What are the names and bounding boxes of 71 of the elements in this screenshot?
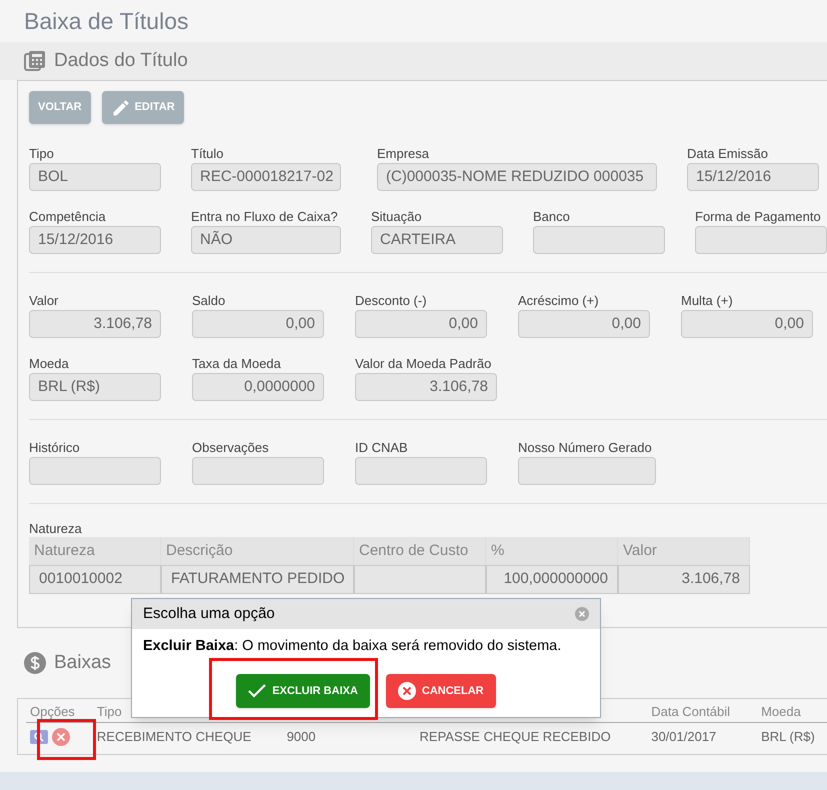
input-field[interactable] <box>533 226 665 254</box>
field-label: Data Emissão <box>687 146 769 162</box>
dialog-title: Escolha uma opção <box>143 604 275 624</box>
cancel-button[interactable]: CANCELAR <box>386 674 496 708</box>
close-icon <box>398 682 416 700</box>
input-field[interactable]: 0,0000000 <box>192 373 324 401</box>
section-title: Baixas <box>54 650 112 675</box>
input-field[interactable]: BOL <box>29 163 161 191</box>
dialog-message: Excluir Baixa: O movimento da baixa será removido do sistema. <box>143 638 562 654</box>
confirm-button[interactable]: EXCLUIR BAIXA <box>236 674 370 708</box>
field-label: Valor <box>29 293 60 309</box>
input-field[interactable]: 0,00 <box>518 310 650 338</box>
delete-icon[interactable] <box>52 728 70 746</box>
input-field[interactable]: 3.106,78 <box>355 373 497 401</box>
table-cell-text: 30/01/2017 <box>650 728 718 746</box>
field-label: Banco <box>533 209 571 225</box>
field-label: Nosso Número Gerado <box>518 440 653 456</box>
page-title: Baixa de Títulos <box>24 6 189 36</box>
field-label: Forma de Pagamento <box>695 209 822 225</box>
field-label: Empresa <box>377 146 430 162</box>
column-header: Tipo <box>96 702 123 721</box>
pencil-icon <box>110 98 131 118</box>
close-icon[interactable] <box>575 607 589 621</box>
field-label: Histórico <box>29 440 81 456</box>
field-label: Competência <box>29 209 107 225</box>
table-cell-text: 9000 <box>286 728 317 746</box>
input-field[interactable]: 0,00 <box>355 310 487 338</box>
field-label: Tipo <box>29 146 55 162</box>
field-label: Entra no Fluxo de Caixa? <box>191 209 339 225</box>
input-field[interactable]: BRL (R$) <box>29 373 161 401</box>
input-field[interactable] <box>192 457 324 485</box>
field-label: Moeda <box>29 356 70 372</box>
dollar-icon <box>24 652 46 674</box>
input-field[interactable] <box>355 457 487 485</box>
field-label: Situação <box>371 209 423 225</box>
field-label: ID CNAB <box>355 440 409 456</box>
table-cell: 0010010002 <box>29 565 161 594</box>
field-label: Valor da Moeda Padrão <box>355 356 492 372</box>
field-label: Taxa da Moeda <box>192 356 282 372</box>
column-header: Moeda <box>760 702 802 721</box>
input-field[interactable] <box>518 457 656 485</box>
table-cell: 100,000000000 <box>486 565 618 594</box>
column-header: Opções <box>29 702 76 721</box>
table-cell: 3.106,78 <box>618 565 750 594</box>
column-header: Data Contábil <box>650 702 731 721</box>
input-field[interactable] <box>695 226 827 254</box>
section-title: Dados do Título <box>54 48 188 73</box>
input-field[interactable]: 15/12/2016 <box>29 226 161 254</box>
field-label: Multa (+) <box>681 293 734 309</box>
input-field[interactable]: 15/12/2016 <box>687 163 819 191</box>
input-field[interactable]: REC-000018217-02 <box>191 163 341 191</box>
input-field[interactable]: CARTEIRA <box>371 226 503 254</box>
calculator-icon <box>24 50 46 72</box>
highlight-frame <box>37 719 96 760</box>
table-title: Natureza <box>29 521 83 537</box>
field-label: Desconto (-) <box>355 293 428 309</box>
input-field[interactable] <box>29 457 161 485</box>
table-cell-text: BRL (R$) <box>760 728 816 746</box>
field-label: Título <box>191 146 225 162</box>
input-field[interactable]: 0,00 <box>681 310 813 338</box>
field-label: Saldo <box>192 293 226 309</box>
table-cell-text: RECEBIMENTO CHEQUE <box>96 728 252 746</box>
field-label: Acréscimo (+) <box>518 293 600 309</box>
input-field[interactable]: NÃO <box>191 226 341 254</box>
check-icon <box>248 684 266 698</box>
field-label: Observações <box>192 440 270 456</box>
table-cell: FATURAMENTO PEDIDO <box>161 565 354 594</box>
input-field[interactable]: 3.106,78 <box>29 310 161 338</box>
table-cell-text: REPASSE CHEQUE RECEBIDO <box>418 728 612 746</box>
input-field[interactable]: 0,00 <box>192 310 324 338</box>
input-field[interactable]: (C)000035-NOME REDUZIDO 000035 <box>377 163 657 191</box>
